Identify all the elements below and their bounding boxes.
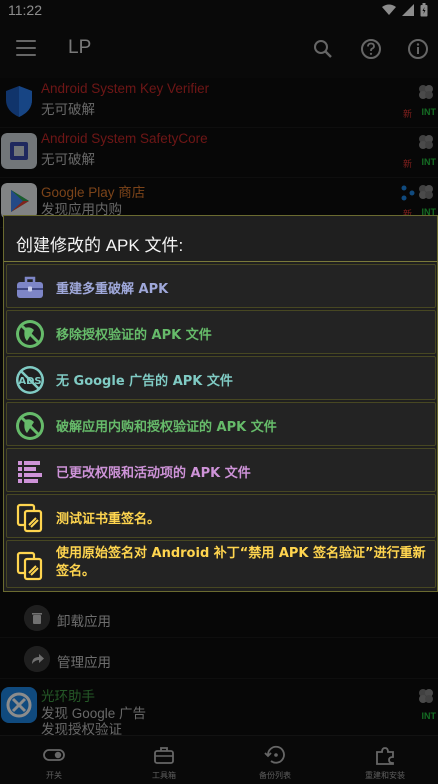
option-label: 破解应用内购和授权验证的 APK 文件 <box>56 420 277 435</box>
no-google-ads-option[interactable]: ADS 无 Google 广告的 APK 文件 <box>6 356 436 400</box>
signature-icon <box>16 551 43 581</box>
list-icon <box>18 461 42 483</box>
rebuild-multi-patch-option[interactable]: 重建多重破解 APK <box>6 264 436 308</box>
option-label: 无 Google 广告的 APK 文件 <box>56 374 233 389</box>
changed-permissions-option[interactable]: 已更改权限和活动项的 APK 文件 <box>6 448 436 492</box>
option-label: 重建多重破解 APK <box>56 282 169 297</box>
dialog-title: 创建修改的 APK 文件: <box>16 236 184 255</box>
create-apk-dialog: 创建修改的 APK 文件: 重建多重破解 APK 移除授权验证的 APK 文件 … <box>3 215 438 592</box>
no-license-icon <box>16 412 44 440</box>
dialog-divider <box>4 261 437 262</box>
remove-license-option[interactable]: 移除授权验证的 APK 文件 <box>6 310 436 354</box>
option-label: 移除授权验证的 APK 文件 <box>56 328 212 343</box>
option-label: 使用原始签名对 Android 补丁“禁用 APK 签名验证”进行重新签名。 <box>56 546 426 579</box>
signature-icon <box>16 503 43 533</box>
toolbox-icon <box>17 276 43 298</box>
no-license-icon <box>16 320 44 348</box>
option-label: 测试证书重签名。 <box>56 512 161 527</box>
option-label: 已更改权限和活动项的 APK 文件 <box>56 466 251 481</box>
original-sign-resign-option[interactable]: 使用原始签名对 Android 补丁“禁用 APK 签名验证”进行重新签名。 <box>6 540 436 588</box>
crack-iap-license-option[interactable]: 破解应用内购和授权验证的 APK 文件 <box>6 402 436 446</box>
no-ads-icon: ADS <box>16 366 44 394</box>
test-cert-resign-option[interactable]: 测试证书重签名。 <box>6 494 436 538</box>
